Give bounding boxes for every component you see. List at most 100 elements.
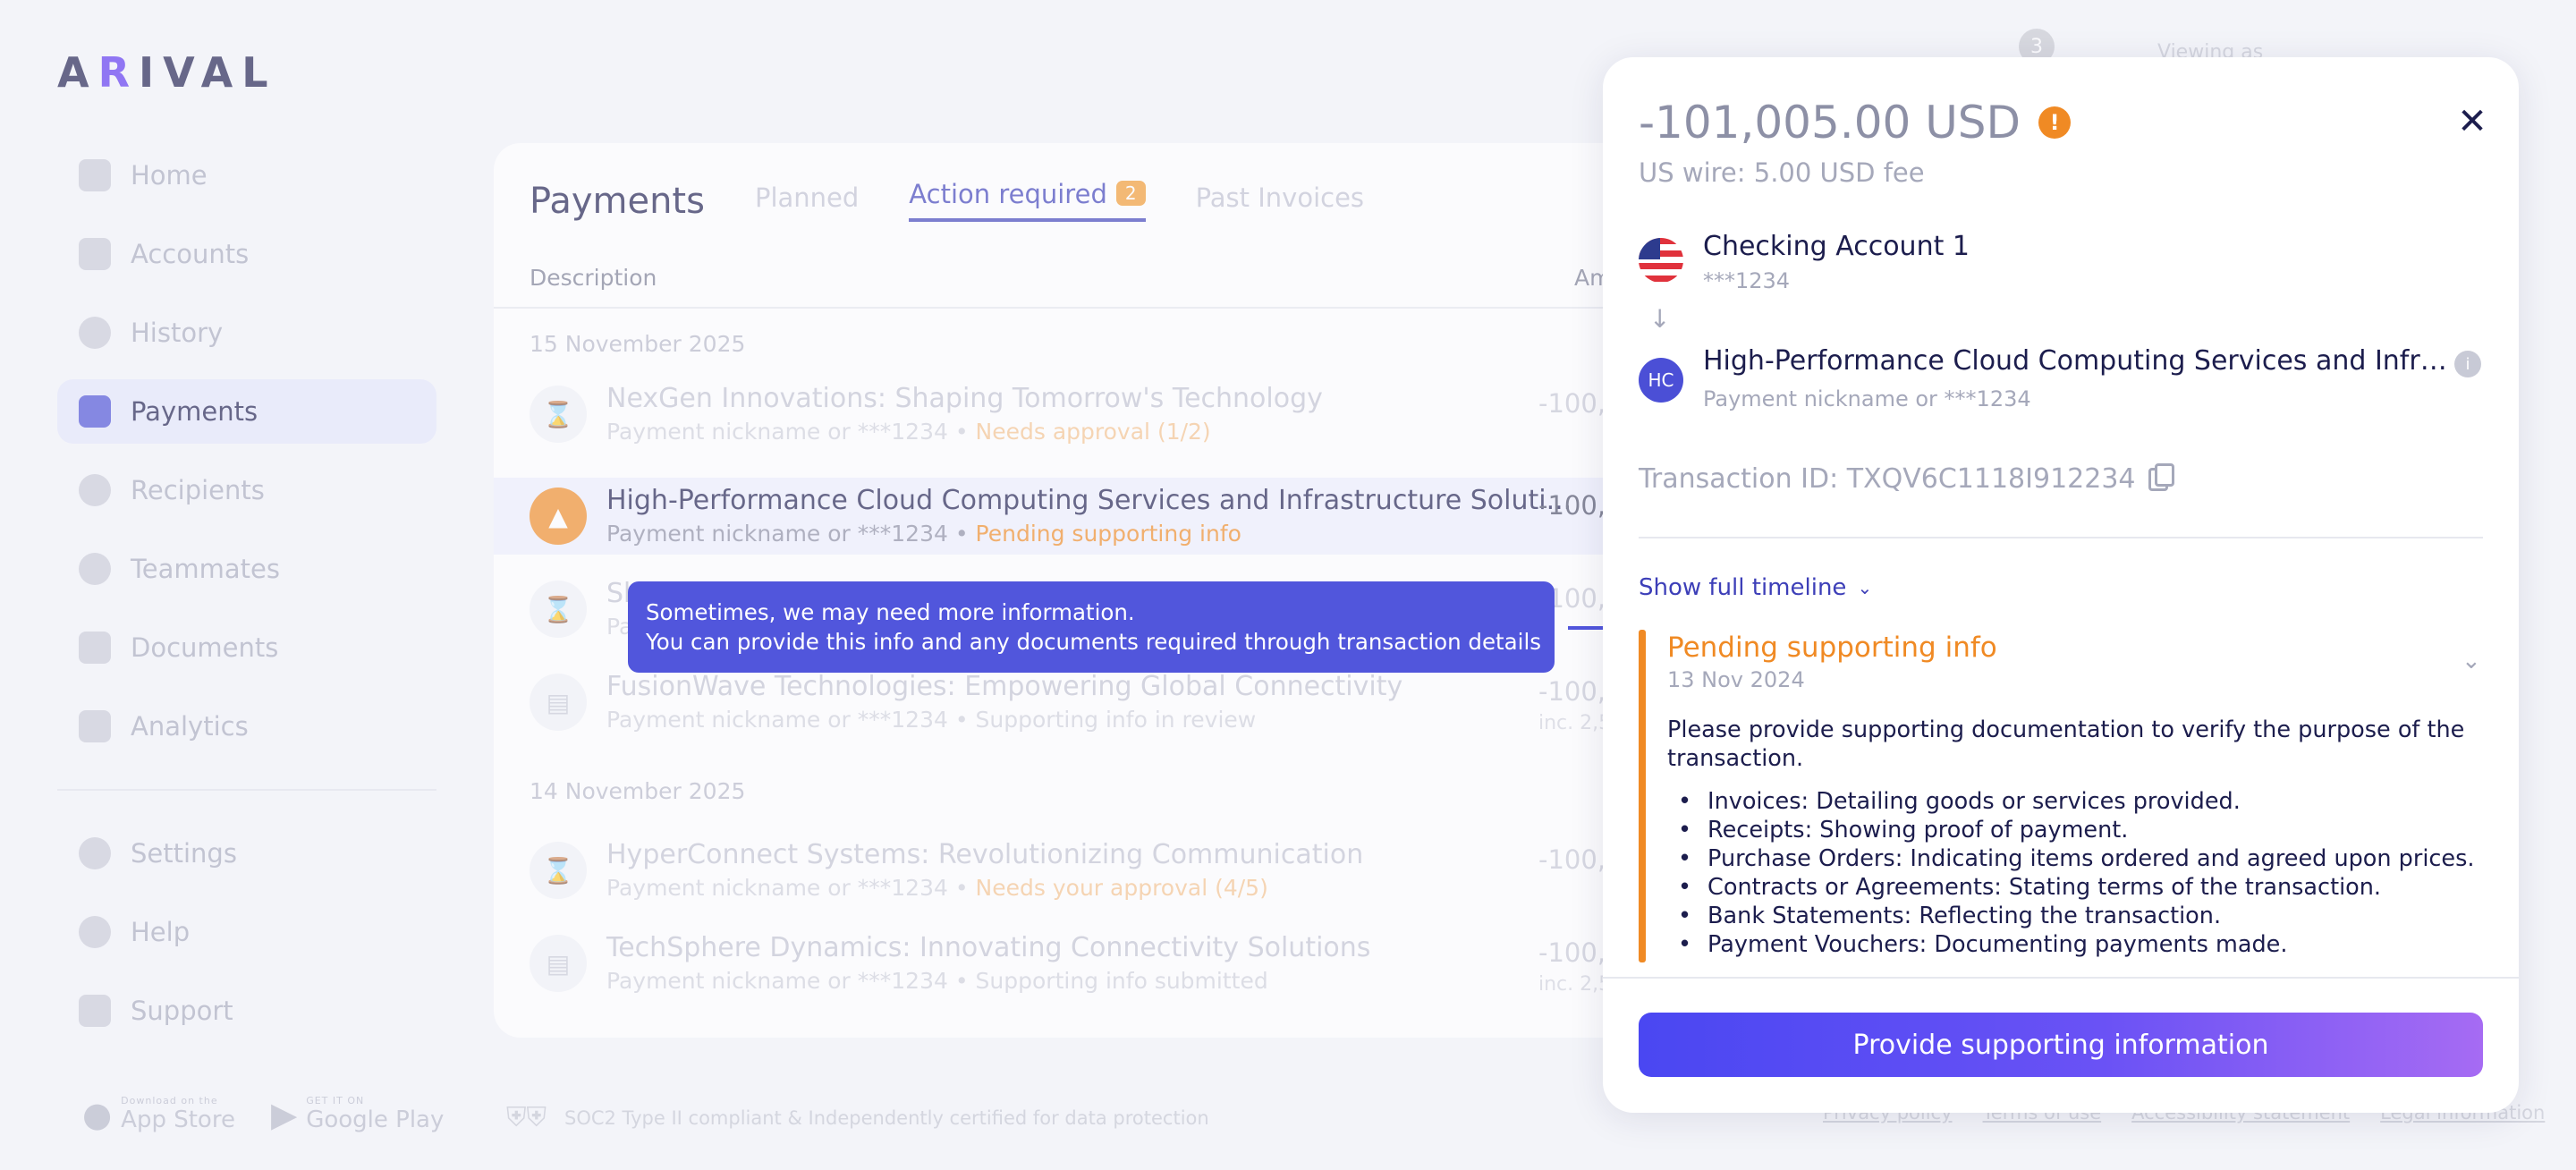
help-icon [79,916,111,948]
document-icon: ▤ [530,935,587,992]
payment-sub: Payment nickname or ***1234 • Needs appr… [606,419,1211,445]
hourglass-icon: ⌛ [530,581,587,638]
hourglass-icon: ⌛ [530,842,587,899]
sidebar-item-home[interactable]: Home [57,143,436,208]
payment-name: TechSphere Dynamics: Innovating Connecti… [606,932,1371,963]
transaction-amount: -101,005.00 USD ! [1639,97,2072,148]
sidebar-item-recipients[interactable]: Recipients [57,458,436,522]
list-item: Contracts or Agreements: Stating terms o… [1678,873,2475,902]
payment-fee-inc: inc. 2,5 [1538,973,1612,996]
close-icon[interactable]: ✕ [2454,104,2490,140]
sidebar-item-label: Support [131,996,233,1026]
accounts-icon [79,238,111,270]
compliance-text: SOC2 Type II compliant & Independently c… [564,1106,1209,1129]
sidebar-item-label: Home [131,160,208,191]
payment-nickname: Payment nickname or ***1234 • [606,968,969,994]
chat-icon [79,995,111,1027]
info-icon[interactable]: i [2454,351,2481,377]
warning-icon: ! [2038,106,2072,139]
tooltip-line-1: Sometimes, we may need more information. [646,599,1135,625]
sidebar-item-label: Help [131,917,191,947]
payment-status: Needs approval (1/2) [975,419,1211,445]
table-row[interactable]: ▤ TechSphere Dynamics: Innovating Connec… [494,925,1657,1002]
table-row[interactable]: ⌛ HyperConnect Systems: Revolutionizing … [494,832,1657,909]
count-badge: 2 [1115,181,1146,206]
payment-name: FusionWave Technologies: Empowering Glob… [606,671,1403,702]
payment-fee-inc: inc. 2,5 [1538,712,1612,734]
app-store-badges: ● Download on the App Store ▶ GET IT ON … [82,1095,444,1133]
amount-value: -101,005.00 USD [1639,97,2021,148]
team-icon [79,553,111,585]
tab-past-invoices[interactable]: Past Invoices [1196,182,1364,222]
payment-nickname: Payment nickname or ***1234 • [606,875,969,901]
google-play-badge[interactable]: ▶ GET IT ON Google Play [271,1095,444,1133]
list-item: Bank Statements: Reflecting the transact… [1678,902,2475,930]
date-group-label: 14 November 2025 [530,778,746,804]
sidebar-item-settings[interactable]: Settings [57,821,436,886]
google-play-text: Google Play [306,1106,445,1133]
sidebar-divider [57,789,436,791]
divider [1639,537,2483,538]
app-store-small-text: Download on the [121,1095,218,1106]
chart-icon [79,710,111,742]
table-row[interactable]: ⌛ NexGen Innovations: Shaping Tomorrow's… [494,376,1657,453]
hourglass-icon: ⌛ [530,386,587,443]
sidebar-item-label: Teammates [131,554,280,584]
payments-icon [79,395,111,428]
payment-sub: Payment nickname or ***1234 • Supporting… [606,707,1256,733]
sidebar-item-history[interactable]: History [57,301,436,365]
list-item: Receipts: Showing proof of payment. [1678,816,2475,844]
sidebar-item-analytics[interactable]: Analytics [57,694,436,759]
transaction-fee: US wire: 5.00 USD fee [1639,157,1925,188]
recipient-avatar: HC [1639,358,1683,403]
timeline-step-body: Please provide supporting documentation … [1667,716,2465,772]
tab-label: Action required [909,179,1107,209]
table-row-selected[interactable]: ▲ High-Performance Cloud Computing Servi… [494,478,1657,555]
sidebar-item-documents[interactable]: Documents [57,615,436,680]
onboarding-tooltip: Sometimes, we may need more information.… [628,581,1555,673]
payment-name: NexGen Innovations: Shaping Tomorrow's T… [606,383,1323,414]
sidebar-item-label: History [131,318,224,348]
provide-supporting-info-button[interactable]: Provide supporting information [1639,1013,2483,1077]
sidebar-nav: Home Accounts History Payments Recipient… [57,143,436,1057]
tab-action-required[interactable]: Action required 2 [909,179,1146,222]
recipient-sub: Payment nickname or ***1234 [1703,386,2031,411]
tooltip-line-2: You can provide this info and any docume… [646,629,1542,655]
sidebar-item-support[interactable]: Support [57,979,436,1043]
payment-status: Needs your approval (4/5) [975,875,1268,901]
arival-logo[interactable]: ARIVAL [57,48,277,97]
sidebar-item-accounts[interactable]: Accounts [57,222,436,286]
document-icon: ▤ [530,674,587,731]
chevron-down-icon[interactable]: ⌄ [2462,648,2481,674]
timeline-step-title: Pending supporting info [1667,632,1997,664]
show-full-timeline-button[interactable]: Show full timeline ⌄ [1639,574,1872,601]
sidebar-item-label: Accounts [131,239,250,269]
transaction-detail-panel: -101,005.00 USD ! ✕ US wire: 5.00 USD fe… [1603,57,2519,1113]
tab-planned[interactable]: Planned [755,182,859,222]
copy-icon[interactable] [2148,462,2174,491]
header-divider [494,307,1657,309]
table-header: Description Amou [530,265,1657,291]
sidebar-item-label: Settings [131,838,237,869]
payment-status: Supporting info in review [975,707,1257,733]
us-flag-icon [1639,238,1683,283]
payment-nickname: Payment nickname or ***1234 • [606,707,969,733]
arrow-down-icon: ↓ [1649,304,1671,334]
source-account-number: ***1234 [1703,268,1791,293]
people-icon [79,474,111,506]
list-item: Invoices: Detailing goods or services pr… [1678,787,2475,816]
app-store-text: App Store [121,1106,235,1133]
list-item: Payment Vouchers: Documenting payments m… [1678,930,2475,959]
chevron-down-icon: ⌄ [1857,577,1873,598]
list-item: Purchase Orders: Indicating items ordere… [1678,844,2474,873]
google-play-icon: ▶ [270,1094,298,1134]
sidebar-item-label: Recipients [131,475,265,505]
sidebar-item-teammates[interactable]: Teammates [57,537,436,601]
sidebar-item-payments[interactable]: Payments [57,379,436,444]
sidebar-item-help[interactable]: Help [57,900,436,964]
table-row[interactable]: ▤ FusionWave Technologies: Empowering Gl… [494,664,1657,741]
compliance-footer: ⛨⛨ SOC2 Type II compliant & Independentl… [506,1102,1209,1133]
app-store-badge[interactable]: ● Download on the App Store [82,1095,235,1133]
divider [1603,977,2519,979]
payments-header: Payments Planned Action required 2 Past I… [530,179,1364,222]
